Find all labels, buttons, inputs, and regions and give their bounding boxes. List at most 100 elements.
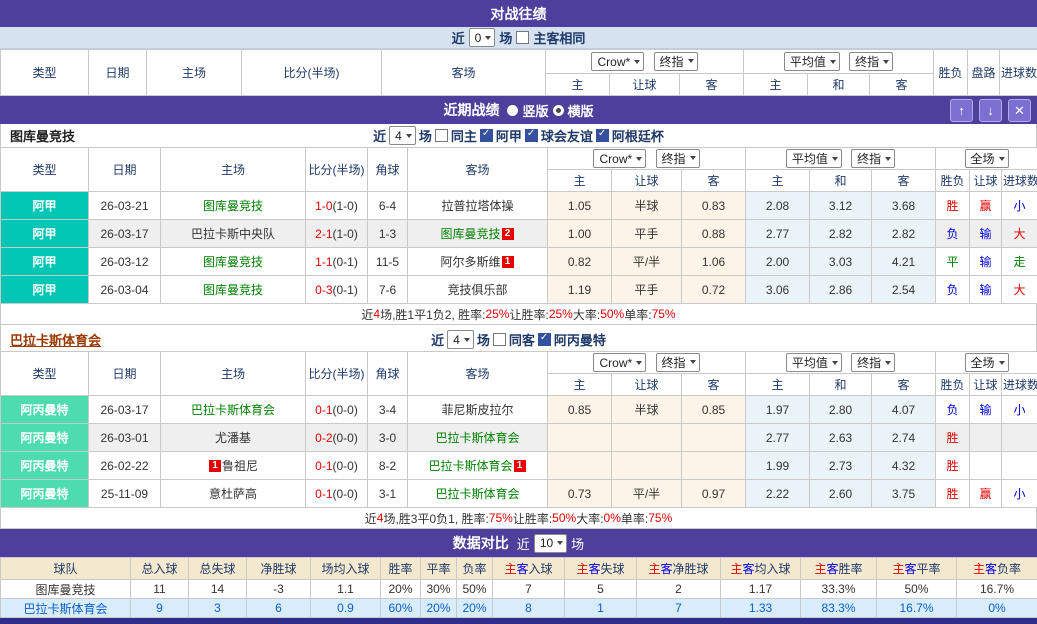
home-team-link[interactable]: 图库曼竞技 [203,283,263,297]
away-team-link[interactable]: 拉普拉塔体操 [441,199,513,213]
odds-company-select[interactable]: Crow* [593,353,646,372]
red-card-badge: 2 [502,228,514,240]
col-away: 客场 [408,352,548,396]
avg-time-select[interactable]: 终指 [851,149,895,168]
same-away-checkbox[interactable] [493,333,506,346]
away-team-cell[interactable]: 巴拉卡斯体育会 [408,424,548,452]
league1-checkbox[interactable] [538,333,551,346]
chevron-down-icon [999,157,1005,161]
fulltime-score: 0-3 [315,283,332,297]
avg-value: 平均值 [792,354,828,371]
home-team-link[interactable]: 意杜萨高 [209,487,257,501]
handicap-cell: 平手 [612,276,682,304]
away-team-cell[interactable]: 图库曼竞技2 [408,220,548,248]
away-team-link[interactable]: 巴拉卡斯体育会 [435,431,519,445]
col-suffix: 负率 [997,562,1021,576]
avg-time-select[interactable]: 终指 [849,52,893,71]
league3-checkbox[interactable] [596,129,609,142]
close-button[interactable]: ✕ [1008,99,1031,122]
home-team-cell[interactable]: 意杜萨高 [161,480,306,508]
avg-time-select[interactable]: 终指 [851,353,895,372]
horizontal-layout-radio[interactable] [553,105,564,116]
fulltime-select[interactable]: 全场 [965,353,1009,372]
recent-title-bar: 近期战绩 竖版 横版 ↑ ↓ ✕ [0,96,1037,124]
col-total-conceded: 总失球 [189,558,247,580]
col-result: 胜负 [936,374,970,396]
section2-team-link[interactable]: 巴拉卡斯体育会 [10,330,101,349]
avg-time-value: 终指 [857,354,881,371]
col-date: 日期 [89,352,161,396]
compare-count-select[interactable]: 10 [534,534,567,553]
table-row: 阿丙曼特 26-02-22 1鲁祖尼 0-1(0-0) 8-2 巴拉卡斯体育会1… [1,452,1037,480]
home-team-cell[interactable]: 1鲁祖尼 [161,452,306,480]
league1-checkbox[interactable] [480,129,493,142]
away-team-cell[interactable]: 拉普拉塔体操 [408,192,548,220]
home-team-cell[interactable]: 巴拉卡斯中央队 [161,220,306,248]
home-team-link[interactable]: 巴拉卡斯中央队 [191,227,275,241]
odds-home-cell: 0.85 [548,396,612,424]
away-team-cell[interactable]: 菲尼斯皮拉尔 [408,396,548,424]
col-avg-draw: 和 [810,170,872,192]
stat-cell: 5 [565,580,637,599]
avg-select[interactable]: 平均值 [784,52,840,71]
date-cell: 26-03-21 [89,192,161,220]
odds-company-select[interactable]: Crow* [591,52,644,71]
handicap-cell: 平/半 [612,248,682,276]
col-avg-goals: 场均入球 [311,558,381,580]
league2-checkbox[interactable] [525,129,538,142]
away-team-link[interactable]: 菲尼斯皮拉尔 [441,403,513,417]
odds-company-select[interactable]: Crow* [593,149,646,168]
avg-select[interactable]: 平均值 [786,353,842,372]
chevron-down-icon [690,360,696,364]
avg-home-cell: 2.77 [746,424,810,452]
scroll-down-button[interactable]: ↓ [979,99,1002,122]
home-team-link[interactable]: 尤潘基 [215,431,251,445]
result-cell: 胜 [936,192,970,220]
same-home-away-checkbox[interactable] [516,31,529,44]
bottom-bar [0,618,1037,624]
odds-time-select[interactable]: 终指 [656,353,700,372]
table-row: 阿丙曼特 25-11-09 意杜萨高 0-1(0-0) 3-1 巴拉卡斯体育会 … [1,480,1037,508]
col-away: 客场 [382,50,546,96]
away-team-cell[interactable]: 巴拉卡斯体育会1 [408,452,548,480]
home-team-link[interactable]: 图库曼竞技 [203,255,263,269]
away-team-link[interactable]: 巴拉卡斯体育会 [428,459,512,473]
col-loss-rate: 负率 [457,558,493,580]
odds-away-cell: 0.88 [682,220,746,248]
same-home-checkbox[interactable] [435,129,448,142]
home-prefix: 主 [892,562,904,576]
away-team-cell[interactable]: 竞技俱乐部 [408,276,548,304]
odds-time-select[interactable]: 终指 [656,149,700,168]
away-team-cell[interactable]: 阿尔多斯维1 [408,248,548,276]
home-team-cell[interactable]: 尤潘基 [161,424,306,452]
home-team-cell[interactable]: 图库曼竞技 [161,276,306,304]
col-handicap: 让球 [612,170,682,192]
home-team-link[interactable]: 巴拉卡斯体育会 [191,403,275,417]
home-team-cell[interactable]: 巴拉卡斯体育会 [161,396,306,424]
home-team-cell[interactable]: 图库曼竞技 [161,248,306,276]
chevron-down-icon [832,361,838,365]
h2h-count-select[interactable]: 0 [469,28,496,47]
section2-count-select[interactable]: 4 [447,330,474,349]
fulltime-select[interactable]: 全场 [965,149,1009,168]
away-team-link[interactable]: 阿尔多斯维 [440,255,500,269]
away-team-cell[interactable]: 巴拉卡斯体育会 [408,480,548,508]
odds-home-cell [548,452,612,480]
scroll-up-button[interactable]: ↑ [950,99,973,122]
team-name[interactable]: 巴拉卡斯体育会 [1,599,131,618]
home-team-cell[interactable]: 图库曼竞技 [161,192,306,220]
halftime-score: (1-0) [333,227,358,241]
odds-time-select[interactable]: 终指 [654,52,698,71]
home-team-link[interactable]: 图库曼竞技 [203,199,263,213]
col-avg-draw: 和 [810,374,872,396]
away-team-link[interactable]: 竞技俱乐部 [447,283,507,297]
h2h-count-value: 0 [475,31,482,45]
away-team-link[interactable]: 巴拉卡斯体育会 [435,487,519,501]
handicap-cell [612,452,682,480]
avg-select[interactable]: 平均值 [786,149,842,168]
home-team-link[interactable]: 鲁祖尼 [222,459,258,473]
section1-count-select[interactable]: 4 [389,126,416,145]
away-team-link[interactable]: 图库曼竞技 [440,227,500,241]
h2h-title: 对战往绩 [491,4,547,24]
vertical-layout-radio[interactable] [507,105,518,116]
